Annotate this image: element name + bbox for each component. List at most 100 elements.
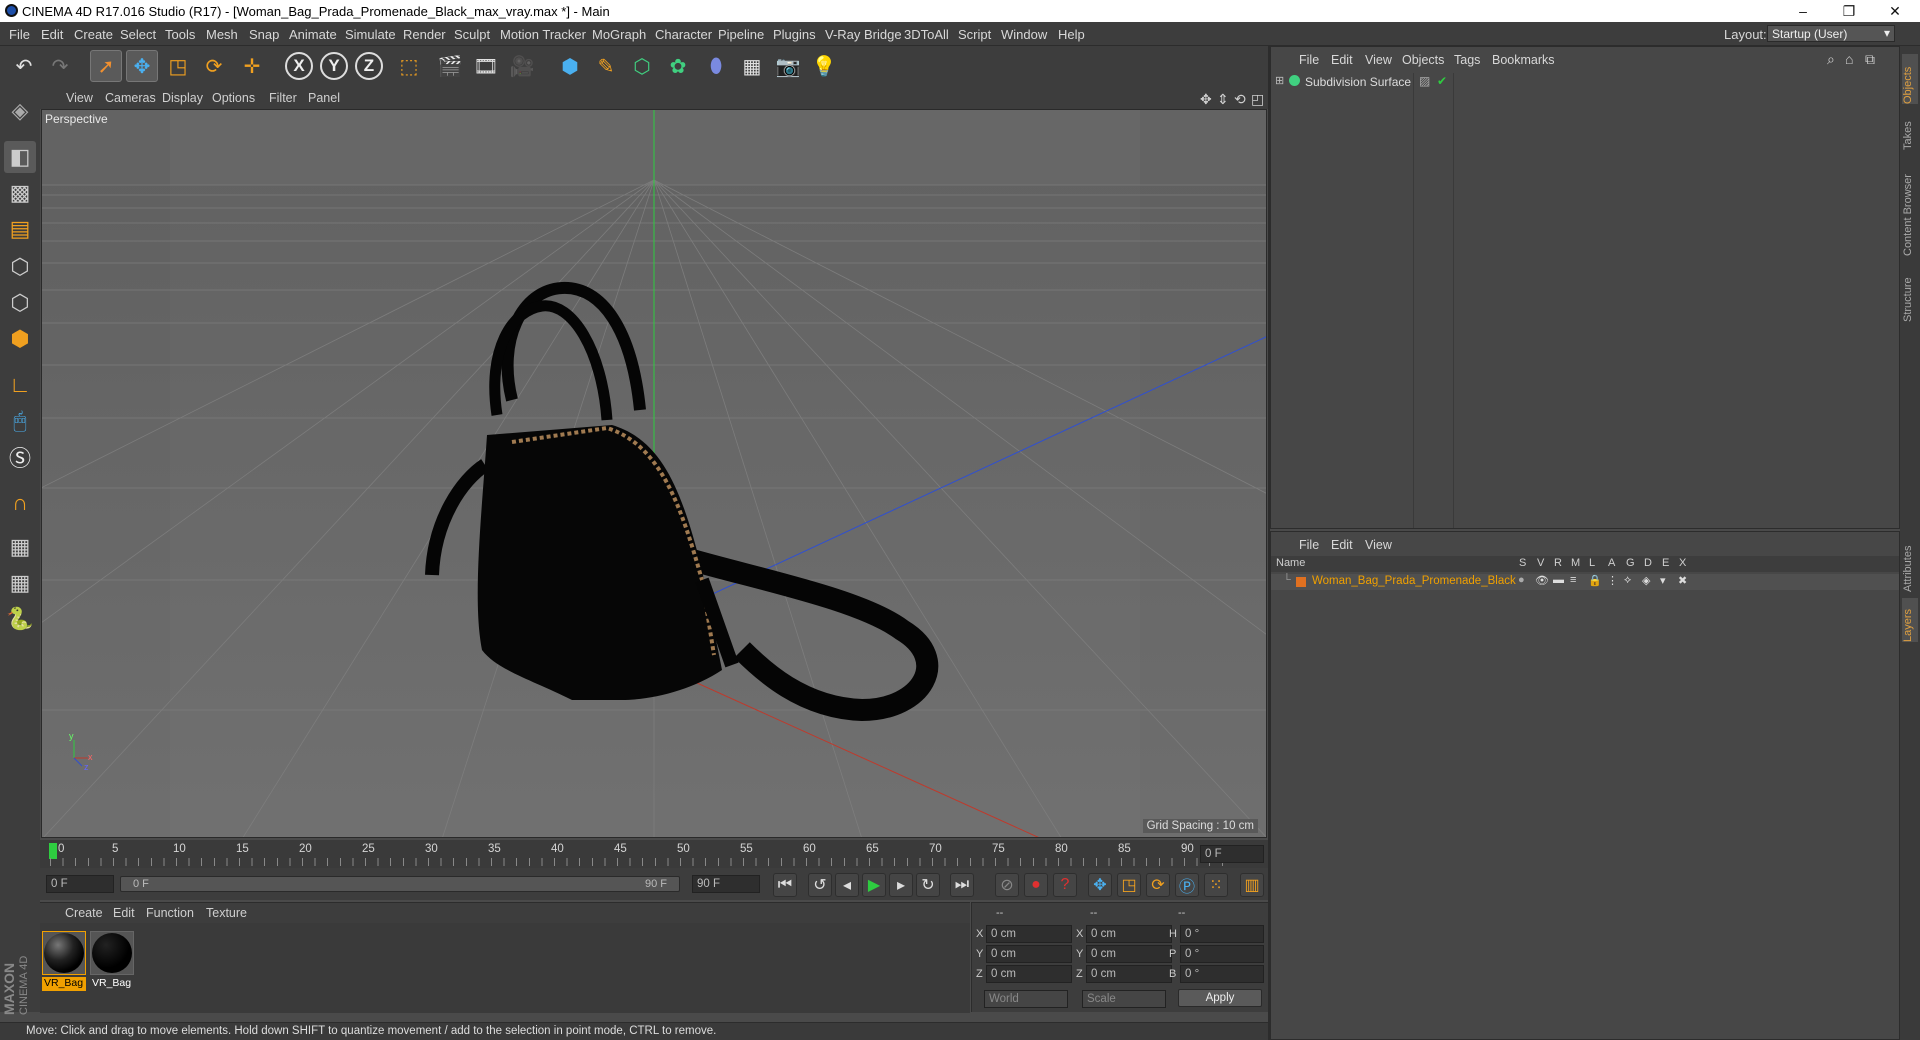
- viewport-rotate-icon[interactable]: ⟲: [1234, 91, 1246, 108]
- size-z-field[interactable]: 0 cm: [1086, 965, 1172, 983]
- layer-manager-icon[interactable]: ≡: [1570, 574, 1576, 586]
- render-settings-button[interactable]: 🎥: [506, 50, 538, 82]
- current-frame-field[interactable]: 0 F: [1200, 845, 1264, 863]
- next-frame-button[interactable]: ▸: [889, 873, 913, 897]
- python-icon[interactable]: 🐍: [4, 603, 36, 635]
- expand-icon[interactable]: ⊞: [1275, 74, 1284, 87]
- redo-button[interactable]: ↷: [44, 50, 76, 82]
- floor-environment-button[interactable]: ▦: [736, 50, 768, 82]
- objects-menu-view[interactable]: View: [1365, 53, 1392, 67]
- tab-content-browser[interactable]: Content Browser: [1902, 156, 1918, 256]
- layer-color-swatch[interactable]: [1296, 577, 1306, 587]
- menu-script[interactable]: Script: [958, 27, 991, 42]
- go-to-start-button[interactable]: ⏮: [773, 873, 797, 897]
- objects-menu-file[interactable]: File: [1299, 53, 1319, 67]
- undo-button[interactable]: ↶: [8, 50, 40, 82]
- axis-mode-icon[interactable]: ∟: [4, 369, 36, 401]
- minimize-button[interactable]: –: [1780, 0, 1826, 22]
- size-mode-dropdown[interactable]: Scale: [1082, 990, 1166, 1008]
- timeline-window-button[interactable]: ▥: [1240, 873, 1264, 897]
- render-picture-viewer-button[interactable]: 🎞: [470, 50, 502, 82]
- material-menu-create[interactable]: Create: [65, 906, 103, 920]
- layer-col-g[interactable]: G: [1626, 557, 1635, 569]
- objects-menu-edit[interactable]: Edit: [1331, 53, 1353, 67]
- layer-solo-icon[interactable]: ●: [1518, 574, 1525, 586]
- layer-name[interactable]: Woman_Bag_Prada_Promenade_Black: [1312, 575, 1516, 587]
- layer-col-s[interactable]: S: [1519, 557, 1526, 569]
- mograph-cloner-button[interactable]: ✿: [662, 50, 694, 82]
- workplane-lock-icon[interactable]: ▦: [4, 531, 36, 563]
- layer-render-icon[interactable]: ▬: [1553, 574, 1564, 586]
- keyframe-selection-button[interactable]: ⊘: [995, 873, 1019, 897]
- rotation-b-field[interactable]: 0 °: [1180, 965, 1264, 983]
- menu-edit[interactable]: Edit: [41, 27, 63, 42]
- viewport-maximize-icon[interactable]: ◰: [1251, 91, 1264, 108]
- previous-key-button[interactable]: ↺: [808, 873, 832, 897]
- visibility-toggle-icon[interactable]: ▨: [1419, 74, 1430, 88]
- viewport-menu-cameras[interactable]: Cameras: [105, 91, 156, 105]
- menu-render[interactable]: Render: [403, 27, 446, 42]
- camera-button[interactable]: 📷: [772, 50, 804, 82]
- size-x-field[interactable]: 0 cm: [1086, 925, 1172, 943]
- workplane-align-icon[interactable]: ▦: [4, 567, 36, 599]
- menu-mesh[interactable]: Mesh: [206, 27, 238, 42]
- viewport-menu-options[interactable]: Options: [212, 91, 255, 105]
- layer-col-a[interactable]: A: [1608, 557, 1615, 569]
- record-position-button[interactable]: ✥: [1088, 873, 1112, 897]
- object-name[interactable]: Subdivision Surface: [1305, 75, 1411, 89]
- material-menu-texture[interactable]: Texture: [206, 906, 247, 920]
- menu-simulate[interactable]: Simulate: [345, 27, 396, 42]
- layer-col-r[interactable]: R: [1554, 557, 1562, 569]
- object-row[interactable]: ⊞ Subdivision Surface ▨ ✔: [1271, 73, 1899, 91]
- layer-col-l[interactable]: L: [1589, 557, 1595, 569]
- menu-animate[interactable]: Animate: [289, 27, 337, 42]
- enabled-check-icon[interactable]: ✔: [1437, 74, 1447, 88]
- tab-takes[interactable]: Takes: [1902, 110, 1918, 150]
- polygons-mode-icon[interactable]: ⬢: [4, 323, 36, 355]
- viewport-perspective[interactable]: y x z Perspective Grid Spacing : 10 cm: [41, 109, 1267, 838]
- timeline-ruler[interactable]: 0 5 10 15 20 25 30 35 40 45 50 55 60 65 …: [40, 840, 1268, 868]
- menu-sculpt[interactable]: Sculpt: [454, 27, 490, 42]
- layer-col-x[interactable]: X: [1679, 557, 1686, 569]
- tab-objects[interactable]: Objects: [1902, 54, 1918, 104]
- cube-primitive-button[interactable]: ⬢: [554, 50, 586, 82]
- search-icon[interactable]: ⌕: [1827, 51, 1835, 68]
- menu-file[interactable]: File: [9, 27, 30, 42]
- transform-tool-button[interactable]: ✛: [236, 50, 268, 82]
- model-mode-icon[interactable]: ◧: [4, 141, 36, 173]
- menu-plugins[interactable]: Plugins: [773, 27, 816, 42]
- coordinate-system-button[interactable]: ⬚: [393, 50, 425, 82]
- go-to-end-button[interactable]: ⏭: [950, 873, 974, 897]
- apply-button[interactable]: Apply: [1178, 989, 1262, 1007]
- menu-select[interactable]: Select: [120, 27, 156, 42]
- layer-generators-icon[interactable]: ⟡: [1624, 574, 1631, 587]
- record-pla-button[interactable]: ⁙: [1204, 873, 1228, 897]
- texture-mode-icon[interactable]: ▩: [4, 177, 36, 209]
- layer-lock-icon[interactable]: 🔒: [1588, 574, 1602, 587]
- material-swatch[interactable]: [42, 931, 86, 975]
- material-swatch[interactable]: [90, 931, 134, 975]
- menu-tools[interactable]: Tools: [165, 27, 195, 42]
- material-menu-edit[interactable]: Edit: [113, 906, 135, 920]
- menu-pipeline[interactable]: Pipeline: [718, 27, 764, 42]
- autokeying-button[interactable]: ?: [1053, 873, 1077, 897]
- y-axis-lock-button[interactable]: Y: [320, 52, 348, 80]
- viewport-menu-view[interactable]: View: [66, 91, 93, 105]
- spline-pen-button[interactable]: ✎: [590, 50, 622, 82]
- layers-menu-edit[interactable]: Edit: [1331, 538, 1353, 552]
- menu-help[interactable]: Help: [1058, 27, 1085, 42]
- tab-layers[interactable]: Layers: [1902, 598, 1918, 642]
- menu-vray-bridge[interactable]: V-Ray Bridge: [825, 27, 902, 42]
- light-button[interactable]: 💡: [808, 50, 840, 82]
- points-mode-icon[interactable]: ⬡: [4, 251, 36, 283]
- start-frame-field[interactable]: 0 F: [46, 875, 114, 893]
- z-axis-lock-button[interactable]: Z: [355, 52, 383, 80]
- layer-visible-icon[interactable]: 👁: [1535, 574, 1549, 587]
- move-tool-button[interactable]: ✥: [126, 50, 158, 82]
- tab-attributes[interactable]: Attributes: [1902, 532, 1918, 592]
- new-view-icon[interactable]: ⧉: [1865, 51, 1875, 68]
- make-editable-icon[interactable]: ◈: [4, 95, 36, 127]
- edges-mode-icon[interactable]: ⬡: [4, 287, 36, 319]
- coordinate-mode-dropdown[interactable]: World: [984, 990, 1068, 1008]
- home-icon[interactable]: ⌂: [1845, 51, 1853, 67]
